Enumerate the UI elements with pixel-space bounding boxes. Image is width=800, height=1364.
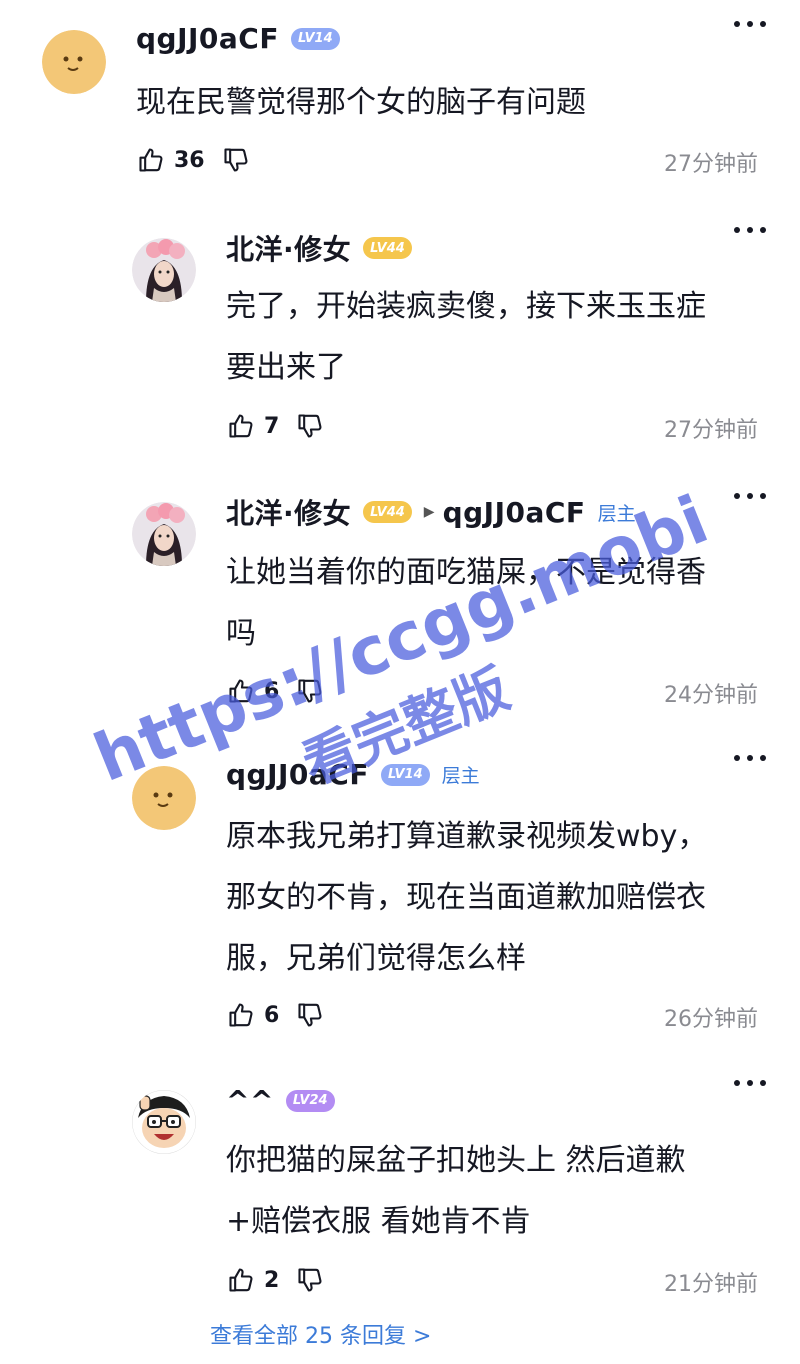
like-count: 2 bbox=[264, 1267, 280, 1293]
thumbs-down-icon[interactable] bbox=[295, 1265, 325, 1295]
more-options-icon[interactable] bbox=[734, 220, 766, 240]
thumbs-up-icon[interactable] bbox=[226, 1265, 256, 1295]
avatar[interactable] bbox=[132, 502, 196, 566]
comment-text: 你把猫的屎盆子扣她头上 然后道歉 +赔偿衣服 看她肯不肯 bbox=[226, 1143, 686, 1239]
op-tag: 层主 bbox=[441, 765, 480, 787]
like-count: 6 bbox=[264, 678, 280, 704]
avatar[interactable] bbox=[132, 766, 196, 830]
comment-text: 完了，开始装疯卖傻，接下来玉玉症 要出来了 bbox=[226, 289, 706, 385]
comment-text: 原本我兄弟打算道歉录视频发wby， 那女的不肯，现在当面道歉加赔偿衣 服，兄弟们… bbox=[226, 819, 708, 976]
timestamp: 27分钟前 bbox=[664, 418, 758, 443]
reply-arrow-icon: ▶ bbox=[423, 504, 435, 520]
like-count: 7 bbox=[264, 413, 280, 439]
username[interactable]: ^^ bbox=[226, 1084, 274, 1117]
comment-text: 让她当着你的面吃猫屎，不是觉得香 吗 bbox=[226, 555, 706, 651]
username[interactable]: 北洋·修女 bbox=[226, 492, 351, 532]
more-options-icon[interactable] bbox=[734, 748, 766, 768]
op-tag: 层主 bbox=[597, 502, 636, 525]
thumbs-down-icon[interactable] bbox=[295, 411, 325, 441]
username[interactable]: qgJJ0aCF bbox=[136, 22, 279, 55]
timestamp: 26分钟前 bbox=[664, 1007, 758, 1032]
view-all-replies-link[interactable]: 查看全部 25 条回复 > bbox=[210, 1318, 431, 1350]
username[interactable]: 北洋·修女 bbox=[226, 228, 351, 268]
timestamp: 27分钟前 bbox=[664, 152, 758, 177]
level-badge: LV14 bbox=[290, 27, 340, 50]
thumbs-down-icon[interactable] bbox=[295, 1000, 325, 1030]
more-options-icon[interactable] bbox=[734, 1073, 766, 1093]
avatar[interactable] bbox=[132, 238, 196, 302]
level-badge: LV44 bbox=[363, 237, 412, 259]
thumbs-up-icon[interactable] bbox=[226, 1000, 256, 1030]
thumbs-down-icon[interactable] bbox=[295, 676, 325, 706]
timestamp: 24分钟前 bbox=[664, 683, 758, 708]
comment-text: 现在民警觉得那个女的脑子有问题 bbox=[136, 85, 586, 120]
thumbs-up-icon[interactable] bbox=[226, 411, 256, 441]
timestamp: 21分钟前 bbox=[664, 1272, 758, 1297]
more-options-icon[interactable] bbox=[734, 486, 766, 506]
like-count: 36 bbox=[174, 147, 205, 173]
avatar[interactable] bbox=[42, 30, 106, 94]
username[interactable]: qgJJ0aCF bbox=[226, 758, 369, 791]
level-badge: LV14 bbox=[380, 763, 430, 786]
avatar[interactable] bbox=[132, 1090, 196, 1154]
level-badge: LV24 bbox=[285, 1089, 335, 1112]
thumbs-down-icon[interactable] bbox=[221, 145, 251, 175]
reply-to-username[interactable]: qgJJ0aCF bbox=[443, 496, 586, 529]
like-count: 6 bbox=[264, 1002, 280, 1028]
level-badge: LV44 bbox=[363, 501, 412, 523]
thumbs-up-icon[interactable] bbox=[136, 145, 166, 175]
thumbs-up-icon[interactable] bbox=[226, 676, 256, 706]
more-options-icon[interactable] bbox=[734, 14, 766, 34]
